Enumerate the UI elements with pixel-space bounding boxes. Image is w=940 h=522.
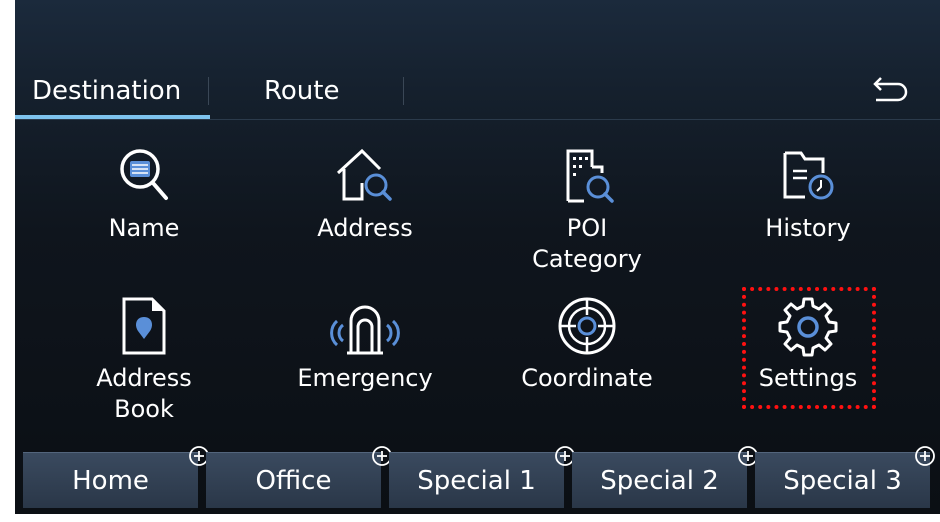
favorite-special-3-button[interactable]: Special 3 — [755, 446, 935, 508]
back-button[interactable] — [865, 73, 909, 107]
favorite-label: Special 3 — [783, 466, 902, 496]
menu-label-emergency: Emergency — [297, 364, 433, 392]
house-search-icon — [336, 148, 392, 201]
menu-item-history[interactable]: History — [708, 143, 908, 244]
menu-item-poi-category[interactable]: POI Category — [487, 143, 687, 275]
document-pin-icon — [122, 297, 166, 355]
menu-label-history: History — [765, 214, 851, 242]
menu-item-name[interactable]: Name — [44, 143, 244, 244]
tab-divider — [403, 77, 404, 105]
tab-route[interactable]: Route — [264, 74, 339, 108]
favorite-special-1-button[interactable]: Special 1 — [389, 446, 575, 508]
folder-clock-icon — [783, 151, 834, 200]
search-list-icon — [120, 149, 168, 200]
emergency-signal-icon — [330, 305, 400, 355]
favorite-label: Home — [72, 466, 149, 496]
favorites-bar: Home Office Special 1 Special 2 Special … — [23, 446, 940, 508]
menu-item-address[interactable]: Address — [265, 143, 465, 244]
favorite-office-button[interactable]: Office — [206, 446, 392, 508]
target-icon — [558, 297, 616, 355]
menu-item-address-book[interactable]: Address Book — [44, 293, 244, 425]
favorite-home-button[interactable]: Home — [23, 446, 209, 508]
menu-item-coordinate[interactable]: Coordinate — [487, 293, 687, 394]
menu-item-emergency[interactable]: Emergency — [265, 293, 465, 394]
menu-label-poi: POI Category — [532, 214, 642, 273]
navigation-screen: Destination Route Name Address POI Categ… — [15, 0, 940, 514]
tab-destination[interactable]: Destination — [32, 74, 181, 108]
settings-highlight-box — [742, 287, 876, 409]
building-search-icon — [566, 149, 614, 203]
plus-circle-icon — [915, 446, 935, 466]
tab-bar-divider — [15, 119, 940, 120]
favorite-label: Office — [255, 466, 332, 496]
favorite-label: Special 1 — [417, 466, 536, 496]
favorite-label: Special 2 — [600, 466, 719, 496]
menu-label-name: Name — [108, 214, 180, 242]
menu-label-coordinate: Coordinate — [521, 364, 653, 392]
back-arrow-icon — [873, 77, 908, 102]
favorite-special-2-button[interactable]: Special 2 — [572, 446, 758, 508]
tab-divider — [208, 77, 209, 105]
active-tab-indicator — [15, 115, 210, 119]
tab-bar: Destination Route — [15, 55, 940, 121]
menu-label-address-book: Address Book — [96, 364, 192, 423]
menu-label-address: Address — [317, 214, 413, 242]
